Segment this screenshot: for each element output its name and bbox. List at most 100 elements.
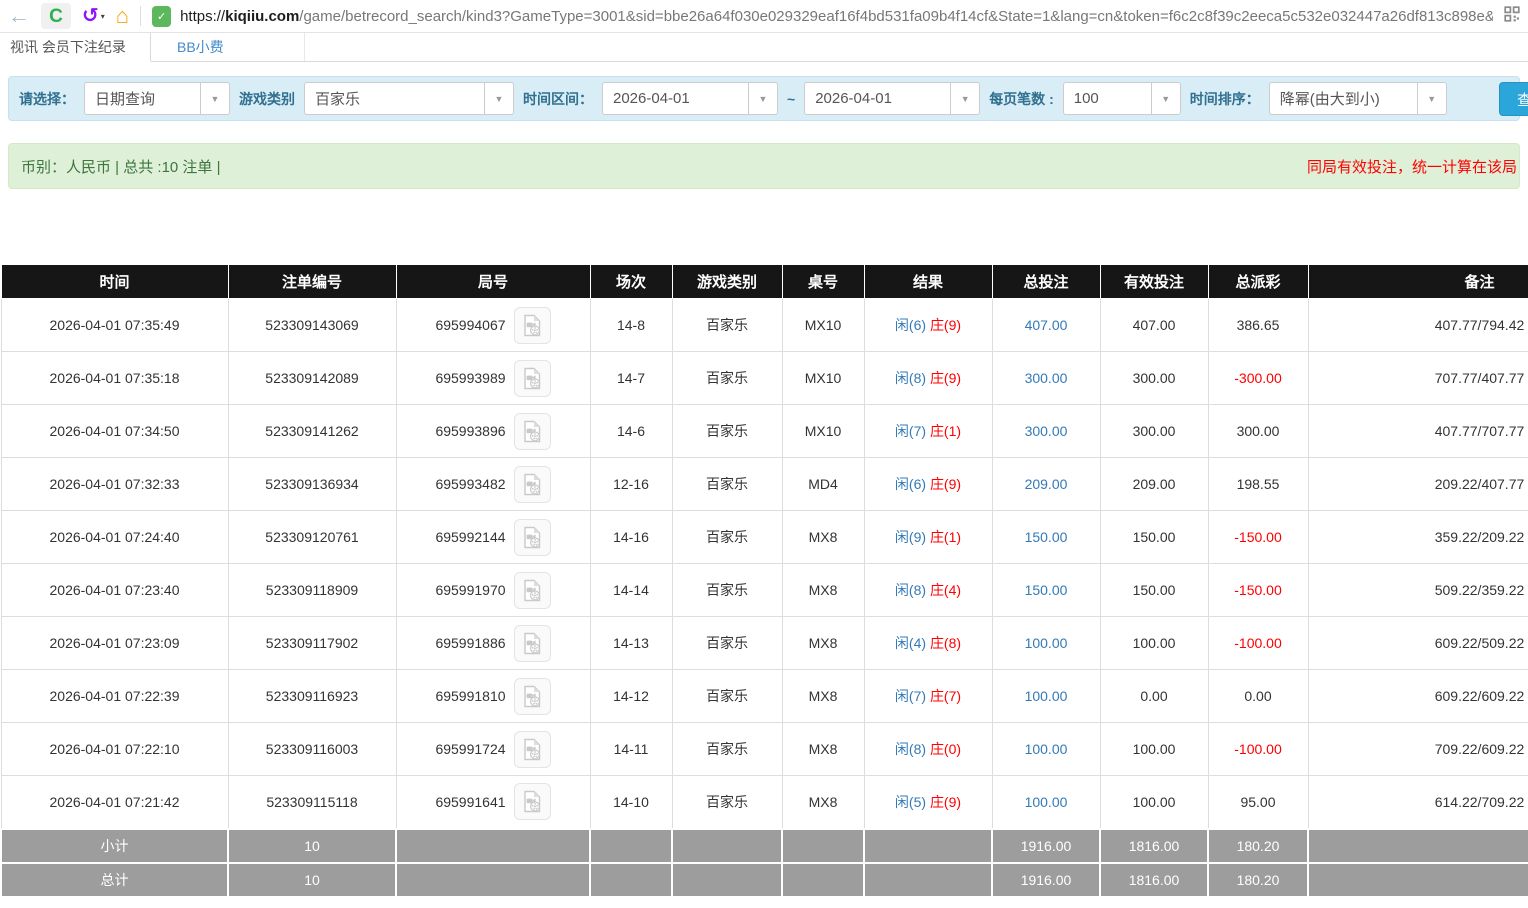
sort-select[interactable]: 降幂(由大到小) ▼: [1269, 82, 1447, 115]
total-bet-link[interactable]: 209.00: [1025, 476, 1068, 492]
total-bet-link[interactable]: 300.00: [1025, 370, 1068, 386]
cell-game-category: 百家乐: [672, 458, 782, 511]
qr-code-icon[interactable]: [1504, 6, 1520, 27]
column-header: 局号: [396, 265, 590, 299]
cell-bet-number: 523309116003: [228, 723, 396, 776]
total-bet-link[interactable]: 100.00: [1025, 794, 1068, 810]
payout-value: -300.00: [1234, 370, 1281, 386]
cell-remark: 407.77/707.77: [1308, 405, 1528, 458]
chevron-down-icon[interactable]: ▼: [1151, 83, 1180, 114]
per-page-label: 每页笔数 :: [989, 89, 1054, 109]
cell-bet-number: 523309143069: [228, 299, 396, 352]
undo-icon: ↺: [82, 6, 99, 26]
video-replay-button[interactable]: [514, 572, 551, 609]
table-body: 2026-04-01 07:35:49523309143069695994067…: [1, 299, 1528, 897]
cell-round-number: 695992144: [396, 511, 590, 564]
summary-label: 小计: [1, 829, 228, 863]
cell-session: 12-16: [590, 458, 672, 511]
back-icon[interactable]: ←: [8, 5, 30, 27]
cell-payout: 300.00: [1208, 405, 1308, 458]
cell-session: 14-6: [590, 405, 672, 458]
undo-button[interactable]: ↺▾: [82, 6, 105, 26]
tab-video-bet-records[interactable]: 视讯 会员下注纪录: [0, 33, 151, 62]
cell-round-number: 695991810: [396, 670, 590, 723]
cell-time: 2026-04-01 07:22:39: [1, 670, 228, 723]
cell-game-category: 百家乐: [672, 405, 782, 458]
chevron-down-icon[interactable]: ▼: [748, 83, 777, 114]
round-number: 695992144: [435, 529, 505, 545]
home-icon[interactable]: ⌂: [116, 5, 129, 27]
cell-result: 闲(8) 庄(4): [864, 564, 992, 617]
cell-remark: 609.22/509.22: [1308, 617, 1528, 670]
reload-icon: C: [49, 7, 63, 26]
cell-payout: 198.55: [1208, 458, 1308, 511]
total-bet-link[interactable]: 407.00: [1025, 317, 1068, 333]
date-from-select[interactable]: 2026-04-01 ▼: [602, 82, 778, 115]
chevron-down-icon[interactable]: ▼: [1417, 83, 1446, 114]
video-replay-button[interactable]: [514, 519, 551, 556]
summary-info-bar: 币别：人民币 | 总共 :10 注单 | 同局有效投注，统一计算在该局: [8, 143, 1520, 189]
column-header: 游戏类别: [672, 265, 782, 299]
round-number: 695993989: [435, 370, 505, 386]
video-replay-button[interactable]: [514, 731, 551, 768]
total-bet-link[interactable]: 300.00: [1025, 423, 1068, 439]
chevron-down-icon[interactable]: ▼: [200, 83, 229, 114]
chevron-down-icon[interactable]: ▼: [950, 83, 979, 114]
video-replay-button[interactable]: [514, 625, 551, 662]
date-to-select[interactable]: 2026-04-01 ▼: [804, 82, 980, 115]
cell-table-number: MX8: [782, 723, 864, 776]
summary-valid-bet: 1816.00: [1100, 863, 1208, 897]
result-player: 闲(7): [895, 688, 926, 704]
video-replay-button[interactable]: [514, 466, 551, 503]
cell-time: 2026-04-01 07:24:40: [1, 511, 228, 564]
video-replay-icon: [522, 685, 543, 708]
shield-icon[interactable]: ✓: [152, 6, 171, 27]
cell-round-number: 695994067: [396, 299, 590, 352]
total-bet-link[interactable]: 100.00: [1025, 635, 1068, 651]
total-bet-link[interactable]: 100.00: [1025, 741, 1068, 757]
address-bar[interactable]: ✓ https://kiqiiu.com/game/betrecord_sear…: [152, 6, 1520, 27]
total-bet-link[interactable]: 150.00: [1025, 582, 1068, 598]
per-page-select[interactable]: 100 ▼: [1063, 82, 1181, 115]
cell-payout: -100.00: [1208, 617, 1308, 670]
video-replay-button[interactable]: [514, 360, 551, 397]
video-replay-button[interactable]: [514, 413, 551, 450]
cell-bet-number: 523309118909: [228, 564, 396, 617]
payout-value: 95.00: [1240, 794, 1275, 810]
cell-time: 2026-04-01 07:22:10: [1, 723, 228, 776]
cell-bet-number: 523309141262: [228, 405, 396, 458]
video-replay-button[interactable]: [514, 307, 551, 344]
cell-game-category: 百家乐: [672, 617, 782, 670]
bet-records-table-wrap: 时间注单编号局号场次游戏类别桌号结果总投注有效投注总派彩备注 2026-04-0…: [0, 264, 1528, 898]
round-number: 695991886: [435, 635, 505, 651]
reload-button[interactable]: C: [41, 3, 71, 29]
result-banker: 庄(8): [930, 635, 961, 651]
cell-payout: -150.00: [1208, 511, 1308, 564]
cell-session: 14-10: [590, 776, 672, 829]
payout-value: -150.00: [1234, 529, 1281, 545]
game-category-select[interactable]: 百家乐 ▼: [304, 82, 514, 115]
url-scheme: https://: [180, 8, 225, 25]
video-replay-button[interactable]: [514, 783, 551, 820]
video-replay-button[interactable]: [514, 678, 551, 715]
cell-total-bet: 100.00: [992, 723, 1100, 776]
cell-bet-number: 523309116923: [228, 670, 396, 723]
result-banker: 庄(4): [930, 582, 961, 598]
total-bet-link[interactable]: 100.00: [1025, 688, 1068, 704]
query-type-select[interactable]: 日期查询 ▼: [84, 82, 230, 115]
cell-result: 闲(5) 庄(9): [864, 776, 992, 829]
round-number: 695993482: [435, 476, 505, 492]
search-button[interactable]: 查询: [1499, 82, 1528, 116]
cell-remark: 509.22/359.22: [1308, 564, 1528, 617]
url-text[interactable]: https://kiqiiu.com/game/betrecord_search…: [180, 8, 1493, 25]
cell-round-number: 695993989: [396, 352, 590, 405]
payout-value: 386.65: [1237, 317, 1280, 333]
tab-bb-tips[interactable]: BB小费: [151, 33, 305, 61]
chevron-down-icon[interactable]: ▼: [484, 83, 513, 114]
payout-value: 300.00: [1237, 423, 1280, 439]
cell-remark: 709.22/609.22: [1308, 723, 1528, 776]
cell-game-category: 百家乐: [672, 299, 782, 352]
cell-session: 14-16: [590, 511, 672, 564]
cell-payout: 0.00: [1208, 670, 1308, 723]
total-bet-link[interactable]: 150.00: [1025, 529, 1068, 545]
